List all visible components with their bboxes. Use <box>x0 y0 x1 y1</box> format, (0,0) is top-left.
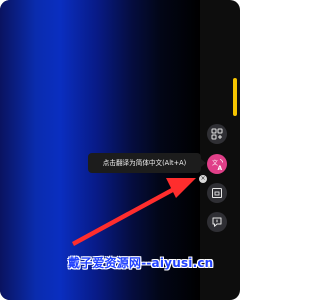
apps-button[interactable] <box>207 124 227 144</box>
chat-button[interactable] <box>207 212 227 232</box>
translate-tooltip: 点击翻译为简体中文(Alt+A) <box>88 153 206 173</box>
app-window: 文 A 点击翻译为简体中文(Alt+A) × 戴子爱资源网--aiyusi.cn <box>0 0 240 300</box>
screenshot-icon <box>212 188 222 198</box>
tooltip-close-button[interactable]: × <box>199 175 207 183</box>
close-icon: × <box>200 175 206 182</box>
translate-icon: 文 A <box>212 159 223 171</box>
chat-bubble-icon <box>212 217 222 227</box>
screenshot-button[interactable] <box>207 183 227 203</box>
apps-grid-icon <box>211 128 223 140</box>
scrollbar-thumb[interactable] <box>233 78 237 116</box>
translate-button[interactable]: 文 A <box>207 154 227 174</box>
svg-text:A: A <box>217 165 222 171</box>
watermark: 戴子爱资源网--aiyusi.cn <box>68 256 214 270</box>
tooltip-text: 点击翻译为简体中文(Alt+A) <box>102 159 187 167</box>
